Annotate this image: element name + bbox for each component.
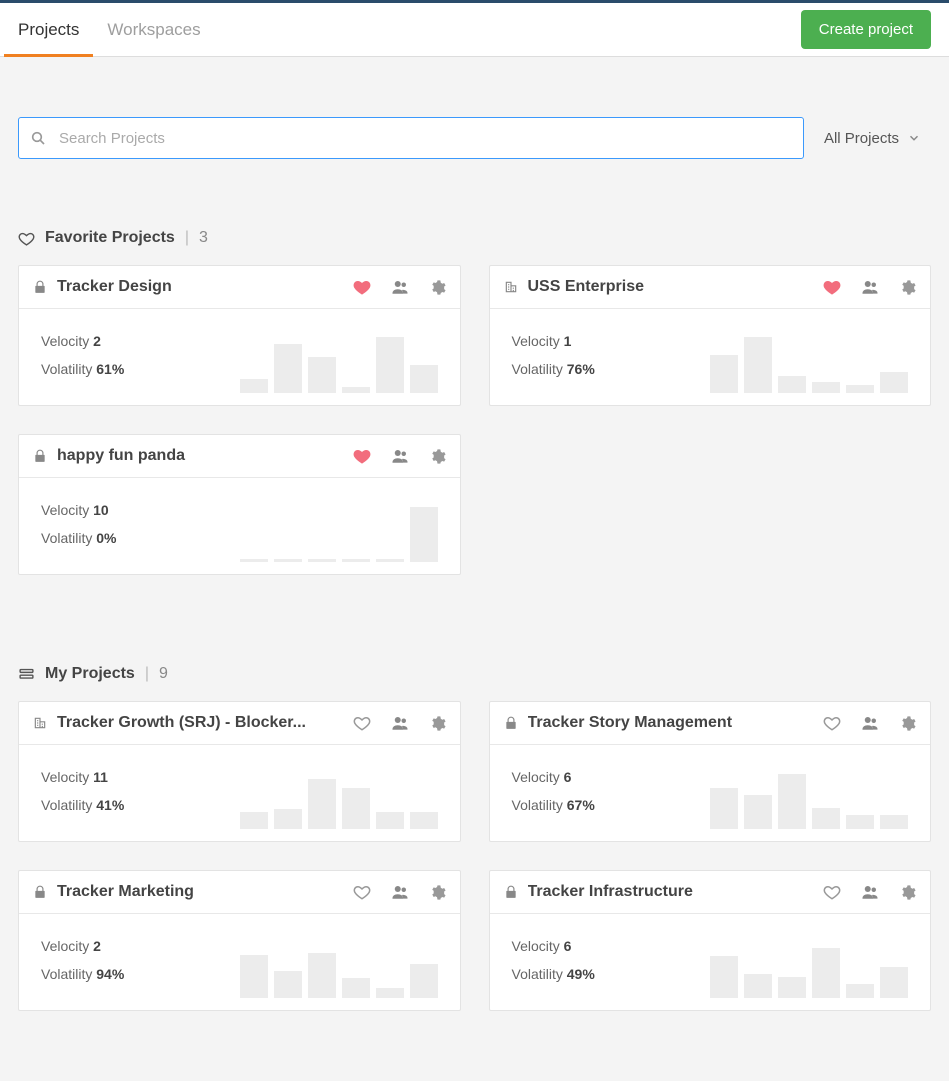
tab-workspaces[interactable]: Workspaces xyxy=(107,3,200,56)
chevron-down-icon xyxy=(907,131,921,145)
volatility-stat: Volatility 94% xyxy=(41,966,124,982)
favorites-section-header: Favorite Projects | 3 xyxy=(18,229,931,247)
project-title: Tracker Growth (SRJ) - Blocker... xyxy=(57,714,343,732)
velocity-chart xyxy=(605,928,908,998)
gear-icon[interactable] xyxy=(429,715,446,732)
create-project-button[interactable]: Create project xyxy=(801,10,931,49)
velocity-stat: Velocity 6 xyxy=(512,769,595,785)
lock-icon xyxy=(33,885,47,899)
filter-label: All Projects xyxy=(824,130,899,147)
members-icon[interactable] xyxy=(389,714,411,732)
gear-icon[interactable] xyxy=(899,715,916,732)
velocity-chart xyxy=(134,759,437,829)
search-row: All Projects xyxy=(18,117,931,159)
volatility-stat: Volatility 49% xyxy=(512,966,595,982)
favorite-icon[interactable] xyxy=(353,447,371,465)
building-icon xyxy=(33,716,47,730)
favorite-icon[interactable] xyxy=(353,714,371,732)
members-icon[interactable] xyxy=(859,278,881,296)
velocity-chart xyxy=(605,759,908,829)
volatility-stat: Volatility 76% xyxy=(512,361,595,377)
project-card[interactable]: Tracker Growth (SRJ) - Blocker... Veloci… xyxy=(18,701,461,842)
favorites-grid: Tracker Design Velocity 2 Volatility 61%… xyxy=(18,265,931,575)
lock-icon xyxy=(504,885,518,899)
project-title: Tracker Marketing xyxy=(57,883,343,901)
project-title: USS Enterprise xyxy=(528,278,814,296)
gear-icon[interactable] xyxy=(899,279,916,296)
velocity-chart xyxy=(126,492,437,562)
gear-icon[interactable] xyxy=(429,279,446,296)
project-card[interactable]: happy fun panda Velocity 10 Volatility 0… xyxy=(18,434,461,575)
members-icon[interactable] xyxy=(859,714,881,732)
filter-dropdown[interactable]: All Projects xyxy=(824,130,931,147)
my-projects-count: 9 xyxy=(159,665,168,683)
velocity-stat: Velocity 1 xyxy=(512,333,595,349)
lock-icon xyxy=(33,280,47,294)
building-icon xyxy=(504,280,518,294)
volatility-stat: Volatility 67% xyxy=(512,797,595,813)
project-title: Tracker Design xyxy=(57,278,343,296)
volatility-stat: Volatility 41% xyxy=(41,797,124,813)
heart-outline-icon xyxy=(18,230,35,247)
volatility-stat: Volatility 61% xyxy=(41,361,124,377)
my-projects-title: My Projects xyxy=(45,665,135,683)
project-card[interactable]: Tracker Marketing Velocity 2 Volatility … xyxy=(18,870,461,1011)
lock-icon xyxy=(33,449,47,463)
top-bar: Projects Workspaces Create project xyxy=(0,0,949,57)
velocity-chart xyxy=(134,928,437,998)
tabs: Projects Workspaces xyxy=(18,3,201,56)
favorite-icon[interactable] xyxy=(353,883,371,901)
gear-icon[interactable] xyxy=(429,448,446,465)
list-icon xyxy=(18,666,35,683)
favorites-count: 3 xyxy=(199,229,208,247)
tab-projects[interactable]: Projects xyxy=(18,3,79,56)
project-card[interactable]: Tracker Story Management Velocity 6 Vola… xyxy=(489,701,932,842)
favorite-icon[interactable] xyxy=(823,714,841,732)
favorite-icon[interactable] xyxy=(823,278,841,296)
velocity-stat: Velocity 6 xyxy=(512,938,595,954)
project-card[interactable]: Tracker Infrastructure Velocity 6 Volati… xyxy=(489,870,932,1011)
project-title: Tracker Infrastructure xyxy=(528,883,814,901)
favorite-icon[interactable] xyxy=(823,883,841,901)
velocity-stat: Velocity 2 xyxy=(41,333,124,349)
members-icon[interactable] xyxy=(389,883,411,901)
my-projects-grid: Tracker Growth (SRJ) - Blocker... Veloci… xyxy=(18,701,931,1011)
project-title: happy fun panda xyxy=(57,447,343,465)
my-projects-section-header: My Projects | 9 xyxy=(18,665,931,683)
velocity-stat: Velocity 10 xyxy=(41,502,116,518)
lock-icon xyxy=(504,716,518,730)
members-icon[interactable] xyxy=(389,278,411,296)
volatility-stat: Volatility 0% xyxy=(41,530,116,546)
velocity-stat: Velocity 2 xyxy=(41,938,124,954)
search-input[interactable] xyxy=(18,117,804,159)
velocity-chart xyxy=(134,323,437,393)
project-card[interactable]: Tracker Design Velocity 2 Volatility 61% xyxy=(18,265,461,406)
gear-icon[interactable] xyxy=(899,884,916,901)
search-icon xyxy=(30,130,46,146)
members-icon[interactable] xyxy=(389,447,411,465)
project-card[interactable]: USS Enterprise Velocity 1 Volatility 76% xyxy=(489,265,932,406)
velocity-chart xyxy=(605,323,908,393)
gear-icon[interactable] xyxy=(429,884,446,901)
favorite-icon[interactable] xyxy=(353,278,371,296)
favorites-title: Favorite Projects xyxy=(45,229,175,247)
project-title: Tracker Story Management xyxy=(528,714,814,732)
members-icon[interactable] xyxy=(859,883,881,901)
velocity-stat: Velocity 11 xyxy=(41,769,124,785)
